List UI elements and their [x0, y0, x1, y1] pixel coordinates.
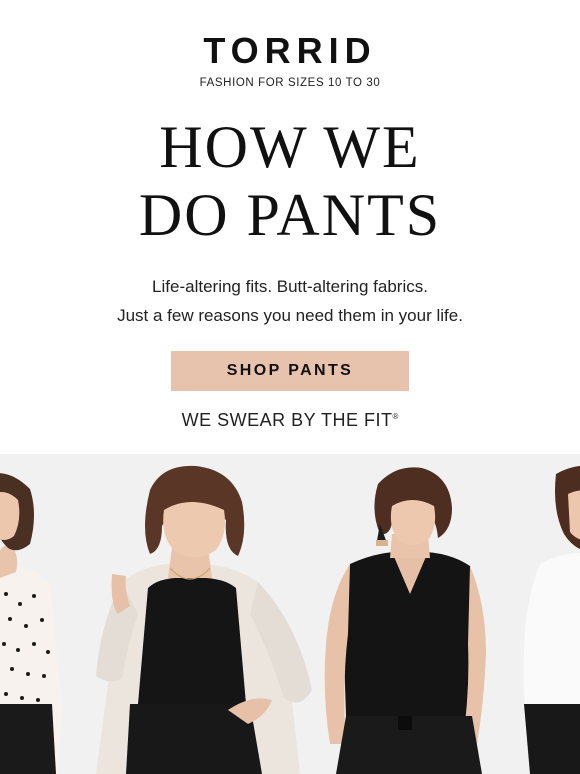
shop-pants-button[interactable]: SHOP PANTS: [171, 351, 409, 391]
headline-line-1: HOW WE: [159, 114, 421, 180]
intro-line-2: Just a few reasons you need them in your…: [117, 306, 463, 325]
fit-slogan: WE SWEAR BY THE FIT®: [0, 410, 580, 431]
fit-slogan-text: WE SWEAR BY THE FIT: [181, 410, 393, 430]
intro-line-1: Life-altering fits. Butt-altering fabric…: [152, 277, 428, 296]
hero-models-image[interactable]: [0, 454, 580, 774]
registered-mark: ®: [392, 412, 399, 421]
brand-tagline: FASHION FOR SIZES 10 TO 30: [199, 77, 381, 89]
page-headline: HOW WE DO PANTS: [0, 113, 580, 249]
hero-illustration: [0, 454, 580, 774]
headline-line-2: DO PANTS: [138, 182, 442, 248]
intro-copy: Life-altering fits. Butt-altering fabric…: [0, 272, 580, 330]
torrid-logo[interactable]: TORRID: [0, 30, 580, 72]
